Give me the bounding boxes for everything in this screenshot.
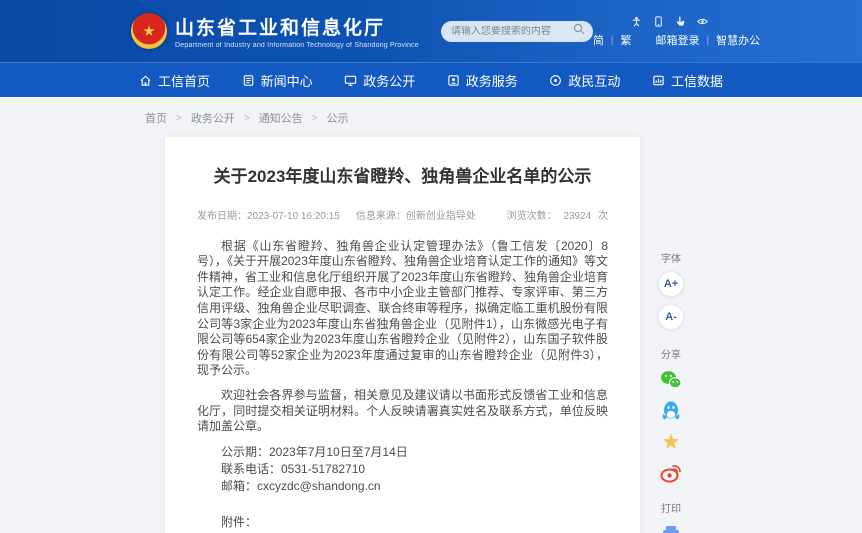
data-icon [652, 74, 665, 87]
divider: | [611, 35, 614, 46]
nav-item-data[interactable]: 工信数据 [652, 71, 723, 90]
weibo-icon [659, 461, 683, 485]
news-icon [242, 74, 255, 87]
breadcrumb-disclosure[interactable]: 政务公开 [191, 110, 235, 126]
contact-email: 邮箱：cxcyzdc@shandong.cn [197, 478, 608, 495]
share-label: 分享 [661, 346, 681, 361]
interaction-icon [549, 74, 562, 87]
divider: | [706, 35, 709, 46]
breadcrumb-separator: > [312, 113, 318, 124]
national-emblem-icon: ★ [131, 13, 167, 49]
article-title: 关于2023年度山东省瞪羚、独角兽企业名单的公示 [197, 165, 608, 190]
font-size-label: 字体 [661, 250, 681, 265]
breadcrumb: 首页 > 政务公开 > 通知公告 > 公示 [131, 97, 731, 137]
article-card: 关于2023年度山东省瞪羚、独角兽企业名单的公示 发布日期： 2023-07-1… [165, 137, 640, 533]
source-label: 信息来源： [356, 207, 406, 222]
views-number: 23924 [563, 211, 591, 222]
smart-office-link[interactable]: 智慧办公 [716, 32, 760, 48]
eye-icon[interactable] [697, 16, 708, 27]
breadcrumb-notices[interactable]: 通知公告 [259, 110, 303, 126]
attachments-section: 附件： 附件1：2023年独角兽企业评审拟通过企业汇总表 附件2：2023年瞪羚… [197, 514, 608, 533]
nav-item-disclosure[interactable]: 政务公开 [344, 71, 415, 90]
contact-phone: 联系电话：0531-51782710 [197, 461, 608, 478]
search-icon[interactable] [573, 22, 585, 40]
qq-share-button[interactable] [658, 398, 684, 424]
site-subtitle: Department of Industry and Information T… [175, 42, 419, 49]
site-header: ★ 山东省工业和信息化厅 Department of Industry and … [0, 0, 862, 62]
accessibility-toolbar [631, 16, 760, 27]
hand-pointer-icon[interactable] [675, 16, 686, 27]
home-icon [139, 74, 152, 87]
wechat-share-button[interactable] [658, 367, 684, 393]
weibo-share-button[interactable] [658, 460, 684, 486]
font-decrease-button[interactable]: A- [658, 304, 684, 330]
contact-info: 公示期：2023年7月10日至7月14日 联系电话：0531-51782710 … [197, 444, 608, 495]
paragraph: 根据《山东省瞪羚、独角兽企业认定管理办法》（鲁工信发〔2020〕8号），《关于开… [197, 239, 608, 379]
paragraph: 欢迎社会各界参与监督，相关意见及建议请以书面形式反馈省工业和信息化厅，同时提交相… [197, 388, 608, 435]
breadcrumb-separator: > [176, 113, 182, 124]
qq-icon [659, 399, 683, 423]
site-title: 山东省工业和信息化厅 [175, 13, 419, 40]
wechat-icon [659, 368, 683, 392]
mail-login-link[interactable]: 邮箱登录 [655, 32, 699, 48]
source-value: 创新创业指导处 [406, 207, 476, 222]
nav-item-services[interactable]: 政务服务 [447, 71, 518, 90]
qzone-share-button[interactable]: ★ [658, 429, 684, 455]
main-nav: 工信首页 新闻中心 政务公开 政务服务 政民互动 工信数据 [0, 62, 862, 97]
nav-item-news[interactable]: 新闻中心 [242, 71, 313, 90]
views-counter: 浏览次数： 23924 次 [507, 207, 608, 222]
breadcrumb-current: 公示 [327, 110, 349, 126]
monitor-icon [344, 74, 357, 87]
mobile-icon[interactable] [653, 16, 664, 27]
side-toolbar: 字体 A+ A- 分享 ★ 打印 [653, 137, 689, 533]
service-icon [447, 74, 460, 87]
breadcrumb-home[interactable]: 首页 [145, 110, 167, 126]
search-box [441, 21, 593, 42]
search-input[interactable] [451, 26, 573, 37]
article-body: 根据《山东省瞪羚、独角兽企业认定管理办法》（鲁工信发〔2020〕8号），《关于开… [197, 239, 608, 435]
nav-item-home[interactable]: 工信首页 [139, 71, 210, 90]
accessibility-icon[interactable] [631, 16, 642, 27]
printer-icon [660, 523, 682, 533]
article-meta: 发布日期： 2023-07-10 16:20:15 信息来源： 创新创业指导处 … [197, 207, 608, 222]
breadcrumb-separator: > [244, 113, 250, 124]
print-label: 打印 [661, 500, 681, 515]
publish-date-label: 发布日期： [197, 207, 247, 222]
font-increase-button[interactable]: A+ [658, 271, 684, 297]
public-notice-period: 公示期：2023年7月10日至7月14日 [197, 444, 608, 461]
qzone-star-icon: ★ [662, 432, 680, 452]
attachments-label: 附件： [197, 514, 608, 531]
lang-simplified-link[interactable]: 简 [593, 32, 604, 48]
site-logo-link[interactable]: ★ 山东省工业和信息化厅 Department of Industry and … [131, 13, 419, 49]
publish-date: 2023-07-10 16:20:15 [247, 211, 340, 222]
nav-item-interaction[interactable]: 政民互动 [549, 71, 620, 90]
print-button[interactable] [658, 521, 684, 533]
lang-traditional-link[interactable]: 繁 [620, 32, 631, 48]
